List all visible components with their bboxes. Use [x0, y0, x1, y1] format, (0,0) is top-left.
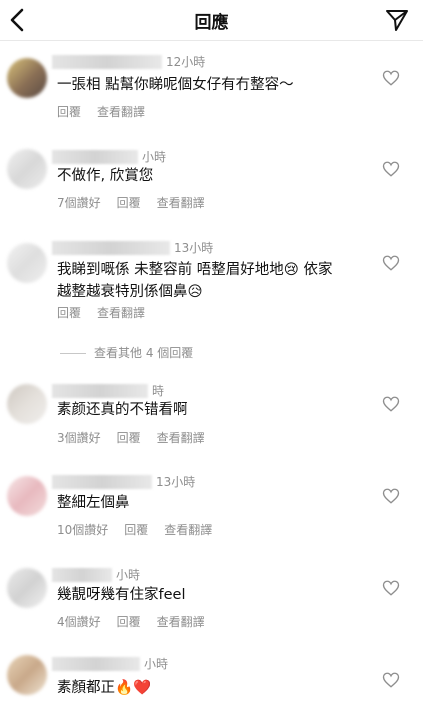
reply-button[interactable]: 回覆	[57, 306, 81, 320]
reply-button[interactable]: 回覆	[117, 615, 141, 629]
comment-text: 幾靚呀幾有住家feel	[57, 587, 186, 603]
comment-meta: 小時	[52, 566, 140, 582]
comment-actions: 回覆 查看翻譯	[57, 304, 161, 321]
timestamp: 12小時	[166, 55, 206, 69]
translate-button[interactable]: 查看翻譯	[97, 105, 145, 119]
avatar[interactable]	[7, 384, 47, 424]
timestamp: 13小時	[156, 475, 196, 489]
comment-meta: 時	[52, 382, 164, 398]
comment-text: 素颜还真的不错看啊	[57, 402, 188, 418]
comment-text: 不做作, 欣賞您	[57, 168, 154, 184]
translate-button[interactable]: 查看翻譯	[157, 431, 205, 445]
avatar[interactable]	[7, 476, 47, 516]
heart-icon[interactable]	[382, 395, 400, 413]
view-more-label[interactable]: 查看其他 4 個回覆	[94, 346, 193, 360]
avatar[interactable]	[7, 149, 47, 189]
reply-button[interactable]: 回覆	[124, 523, 148, 537]
username[interactable]	[52, 567, 112, 582]
avatar[interactable]	[7, 243, 47, 283]
likes-count[interactable]: 7個讚好	[57, 196, 101, 210]
avatar[interactable]	[7, 655, 47, 695]
comment-meta: 小時	[52, 655, 168, 671]
comment-text: 整細左個鼻	[57, 495, 130, 511]
heart-icon[interactable]	[382, 254, 400, 272]
avatar[interactable]	[7, 58, 47, 98]
translate-button[interactable]: 查看翻譯	[97, 306, 145, 320]
timestamp: 13小時	[174, 241, 214, 255]
header-bar: 回應	[0, 0, 423, 41]
heart-icon[interactable]	[382, 69, 400, 87]
likes-count[interactable]: 4個讚好	[57, 615, 101, 629]
translate-button[interactable]: 查看翻譯	[157, 615, 205, 629]
comment-meta: 12小時	[52, 53, 205, 69]
reply-button[interactable]: 回覆	[117, 196, 141, 210]
translate-button[interactable]: 查看翻譯	[164, 523, 212, 537]
divider	[60, 353, 86, 354]
timestamp: 小時	[116, 568, 141, 582]
comment-actions: 10個讚好 回覆 查看翻譯	[57, 521, 228, 538]
likes-count[interactable]: 10個讚好	[57, 523, 108, 537]
comment-meta: 小時	[52, 148, 166, 164]
comment-meta: 13小時	[52, 239, 213, 255]
comment-actions: 7個讚好 回覆 查看翻譯	[57, 194, 221, 211]
timestamp: 小時	[142, 150, 167, 164]
timestamp: 小時	[144, 657, 169, 671]
comment-text: 素顏都正🔥❤️	[57, 680, 152, 696]
timestamp: 時	[152, 384, 165, 398]
username[interactable]	[52, 240, 170, 255]
reply-button[interactable]: 回覆	[57, 105, 81, 119]
likes-count[interactable]: 3個讚好	[57, 431, 101, 445]
comment-meta: 13小時	[52, 473, 195, 489]
heart-icon[interactable]	[382, 671, 400, 689]
username[interactable]	[52, 656, 140, 671]
send-icon[interactable]	[385, 8, 409, 32]
comment-text-line: 我睇到嘅係 未整容前 唔整眉好地地😢 依家	[57, 262, 333, 278]
username[interactable]	[52, 54, 162, 69]
heart-icon[interactable]	[382, 487, 400, 505]
translate-button[interactable]: 查看翻譯	[157, 196, 205, 210]
comment-actions: 回覆 查看翻譯	[57, 103, 161, 120]
avatar[interactable]	[7, 568, 47, 608]
username[interactable]	[52, 474, 152, 489]
username[interactable]	[52, 149, 138, 164]
comment-text-line: 越整越衰特別係個鼻😥	[57, 284, 203, 300]
view-more-replies[interactable]: 查看其他 4 個回覆	[60, 344, 193, 361]
username[interactable]	[52, 383, 148, 398]
comment-actions: 4個讚好 回覆 查看翻譯	[57, 613, 221, 630]
comment-text: 我睇到嘅係 未整容前 唔整眉好地地😢 依家 越整越衰特別係個鼻😥	[57, 259, 383, 303]
comment-text: 一張相 點幫你睇呢個女仔有冇整容～	[57, 77, 294, 93]
reply-button[interactable]: 回覆	[117, 431, 141, 445]
page-title: 回應	[194, 13, 229, 33]
comment-actions: 3個讚好 回覆 查看翻譯	[57, 429, 221, 446]
heart-icon[interactable]	[382, 579, 400, 597]
heart-icon[interactable]	[382, 160, 400, 178]
